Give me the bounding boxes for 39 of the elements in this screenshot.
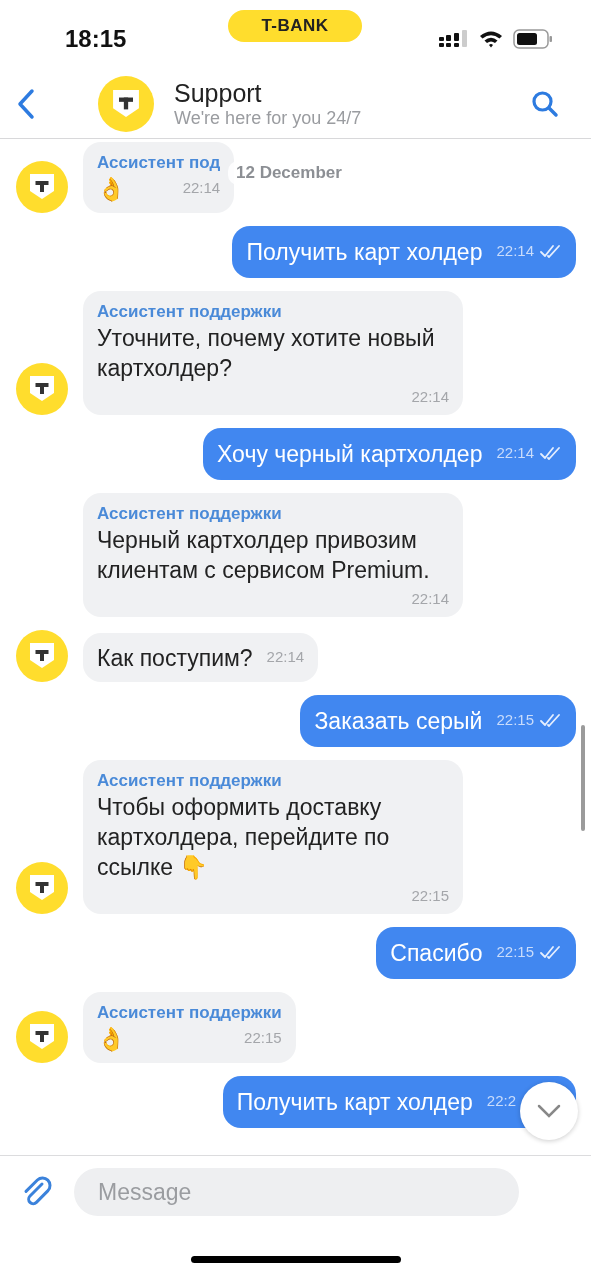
message-time: 22:14 bbox=[266, 648, 305, 666]
chevron-down-icon bbox=[537, 1104, 561, 1118]
scroll-down-button[interactable] bbox=[520, 1082, 578, 1140]
message-text: Получить карт холдер bbox=[236, 1088, 473, 1117]
battery-icon bbox=[513, 29, 553, 49]
clock-time: 18:15 bbox=[65, 25, 127, 53]
message-time: 22:15 bbox=[496, 943, 534, 961]
attach-icon[interactable] bbox=[22, 1176, 52, 1208]
message-text: Черный картхолдер привозим клиентам с сервисом Premium. bbox=[97, 526, 431, 585]
message-input-field[interactable]: Message bbox=[74, 1168, 519, 1216]
message-time: 22:14 bbox=[411, 388, 449, 406]
shield-logo-icon bbox=[98, 76, 154, 132]
sender-name: Ассистент под bbox=[97, 152, 221, 174]
message-time: 22:14 bbox=[411, 590, 449, 608]
chat-title: Support bbox=[174, 79, 263, 107]
message-text: Уточните, почему хотите новый картхолдер? bbox=[97, 324, 436, 383]
chat-subtitle: We're here for you 24/7 bbox=[174, 107, 362, 129]
message-text: Спасибо bbox=[390, 939, 483, 968]
sender-name: Ассистент поддержки bbox=[97, 503, 283, 525]
bank-badge: T-BANK bbox=[228, 10, 362, 42]
message-time: 22:15 bbox=[411, 887, 449, 905]
sender-name: Ассистент поддержки bbox=[97, 301, 283, 323]
message-text: Хочу черный картхолдер bbox=[217, 440, 483, 469]
wifi-icon bbox=[479, 30, 503, 48]
signal-icon bbox=[439, 30, 469, 48]
message-text: Как поступим? bbox=[97, 644, 253, 673]
message-time: 22:15 bbox=[244, 1029, 282, 1047]
message-time: 22:14 bbox=[182, 179, 221, 197]
message-time: 22:14 bbox=[496, 242, 534, 260]
message-text: 👌 bbox=[97, 1025, 126, 1054]
message-text: Чтобы оформить доставку картхолдера, перейдите по ссылке 👇 bbox=[97, 793, 391, 882]
message-time: 22:2 bbox=[486, 1092, 516, 1110]
message-text: Заказать серый bbox=[314, 707, 483, 736]
message-text: Получить карт холдер bbox=[246, 238, 483, 267]
message-text: 👌 bbox=[97, 175, 126, 204]
sender-name: Ассистент поддержки bbox=[97, 1002, 282, 1024]
sender-name: Ассистент поддержки bbox=[97, 770, 283, 792]
message-time: 22:14 bbox=[496, 444, 534, 462]
message-time: 22:15 bbox=[496, 711, 534, 729]
